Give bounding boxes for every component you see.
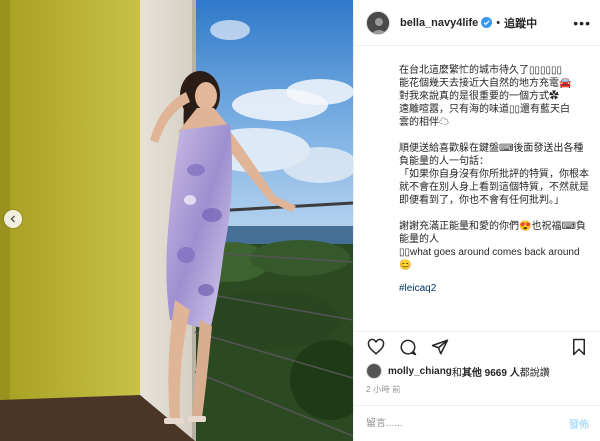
comment-input[interactable] (366, 418, 569, 429)
caption-quote: 「如果你自身沒有你所批評的特質，你根本就不會在別人身上看到這個特質，不然就是即便… (399, 169, 589, 206)
likes-connector: 和 (451, 367, 462, 379)
post-photo[interactable] (0, 0, 353, 441)
share-button[interactable] (430, 337, 450, 357)
caption-line: 雲的相伴☁ (399, 117, 449, 128)
post-caption: 在台北這麼繁忙的城市待久了▯▯▯▯▯▯ 能花個幾天去接近大自然的地方充電🚘 對我… (399, 64, 589, 295)
save-button[interactable] (569, 337, 589, 357)
likes-suffix: 都說讚 (519, 367, 550, 379)
liker-avatar[interactable] (366, 363, 382, 379)
comment-icon (400, 339, 417, 355)
caption-line: 對我來說真的是很重要的一個方式✿ (399, 91, 559, 102)
header-separator: • (496, 16, 501, 29)
post-comment-button[interactable]: 發佈 (569, 416, 589, 431)
paper-plane-icon (431, 339, 449, 354)
others-likes-link[interactable]: 其他 9669 人 (462, 364, 520, 379)
photo-image (0, 0, 353, 441)
comment-bar: 發佈 (354, 405, 600, 441)
liker-username-link[interactable]: molly_chiang (388, 366, 452, 377)
caption-line: 在台北這麼繁忙的城市待久了▯▯▯▯▯▯ (399, 65, 563, 76)
username-link[interactable]: bella_navy4life (400, 17, 478, 29)
like-button[interactable] (366, 337, 386, 357)
post-actions (354, 331, 600, 361)
chevron-left-icon (10, 215, 15, 223)
post-side-panel: bella_navy4life • 追蹤中 ••• 在台北這麼繁忙的城市待久了▯… (353, 0, 600, 441)
caption-paragraph: ▯▯what goes around comes back around😊 (399, 247, 580, 271)
previous-photo-button[interactable] (4, 210, 22, 228)
bookmark-icon (573, 338, 585, 355)
post-header: bella_navy4life • 追蹤中 ••• (354, 0, 600, 46)
caption-line: 能花個幾天去接近大自然的地方充電🚘 (399, 78, 572, 89)
caption-paragraph: 謝謝充滿正能量和愛的你們😍也祝福⌨負能量的人 (399, 221, 586, 245)
comment-button[interactable] (398, 337, 418, 357)
heart-icon (367, 338, 385, 355)
verified-badge-icon (481, 17, 493, 28)
caption-line: 遠離喧囂，只有海的味道▯▯還有藍天白 (399, 104, 571, 115)
following-button[interactable]: 追蹤中 (504, 15, 537, 31)
avatar-image (367, 11, 389, 34)
avatar[interactable] (366, 10, 390, 35)
post-timestamp[interactable]: 2 小時 前 (366, 384, 401, 395)
hashtag-link[interactable]: #leicaq2 (399, 282, 436, 295)
more-options-icon[interactable]: ••• (573, 15, 591, 31)
likes-summary: molly_chiang 和 其他 9669 人 都說讚 (366, 362, 550, 380)
caption-paragraph: 順便送給喜歡躲在鍵盤⌨後面發送出各種負能量的人一句話： (399, 143, 584, 167)
